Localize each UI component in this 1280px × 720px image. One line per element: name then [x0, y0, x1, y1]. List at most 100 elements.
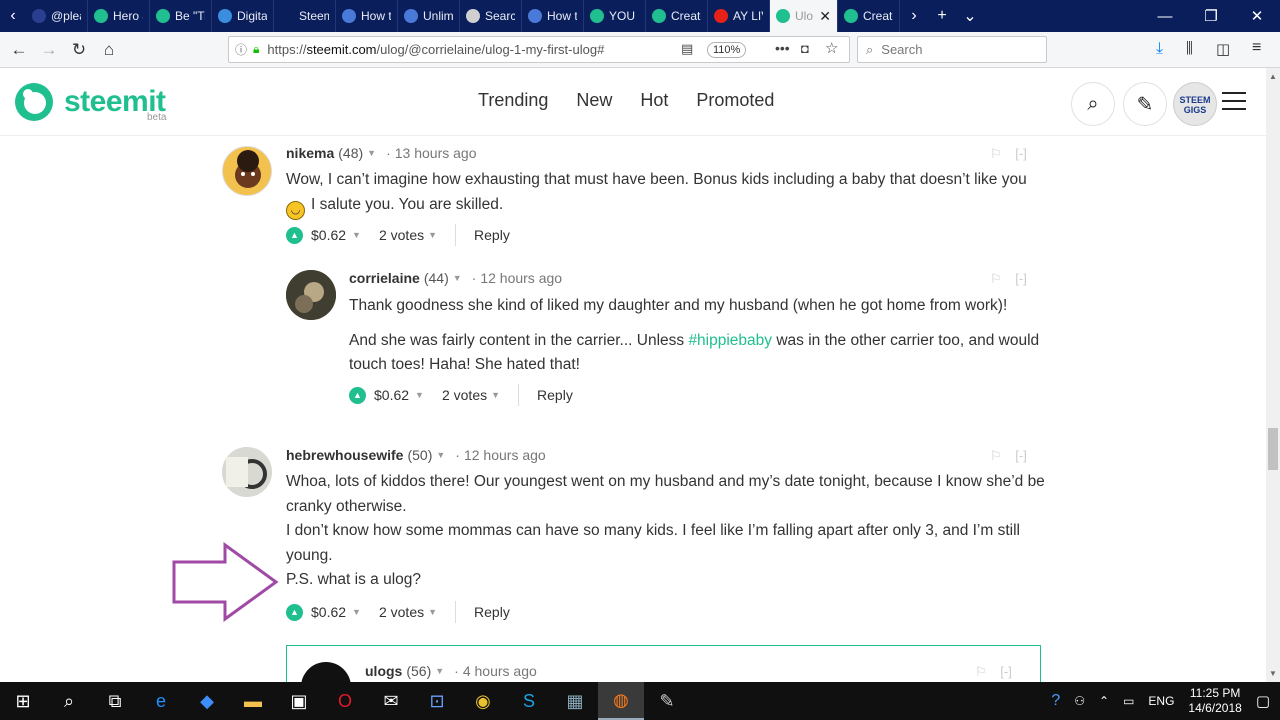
browser-tab[interactable]: YOU ( — [584, 0, 646, 32]
task-view-icon[interactable]: ⧉ — [92, 682, 138, 720]
author-dropdown-icon[interactable]: ▼ — [367, 148, 376, 158]
comment-time[interactable]: 12 hours ago — [480, 270, 562, 286]
minimize-icon[interactable]: — — [1142, 0, 1188, 32]
author-name[interactable]: corrielaine — [349, 270, 420, 286]
compose-button[interactable]: ✎ — [1123, 82, 1167, 126]
steemit-logo[interactable]: steemit beta — [14, 82, 166, 123]
forward-icon[interactable]: → — [34, 36, 64, 64]
close-window-icon[interactable]: ✕ — [1234, 0, 1280, 32]
lock-icon[interactable]: 🔒︎ — [253, 42, 259, 57]
photos-app-icon[interactable]: ▦ — [552, 682, 598, 720]
home-icon[interactable]: ⌂ — [94, 36, 124, 64]
avatar[interactable] — [222, 146, 272, 196]
browser-tab[interactable]: Be "Tr — [150, 0, 212, 32]
page-scrollbar[interactable]: ▲ ▼ — [1266, 68, 1280, 682]
hashtag-link[interactable]: #hippiebaby — [688, 332, 772, 349]
search-bar[interactable]: ⌕ Search — [857, 36, 1047, 63]
network-app-icon[interactable]: ⊡ — [414, 682, 460, 720]
author-dropdown-icon[interactable]: ▼ — [453, 273, 462, 283]
collapse-toggle[interactable]: [-] — [1015, 271, 1027, 286]
author-name[interactable]: nikema — [286, 145, 334, 161]
votes-dropdown-icon[interactable]: ▼ — [491, 390, 500, 400]
page-actions-icon[interactable]: ••• — [775, 40, 790, 56]
browser-tab[interactable]: Steem — [274, 0, 336, 32]
flag-icon[interactable]: ⚐ — [975, 664, 987, 679]
close-tab-icon[interactable]: ✕ — [819, 8, 831, 25]
author-dropdown-icon[interactable]: ▼ — [436, 450, 445, 460]
sidebar-icon[interactable]: ◫ — [1216, 40, 1230, 58]
scroll-tabs-right-icon[interactable]: › — [900, 0, 928, 32]
browser-tab[interactable]: How t — [336, 0, 398, 32]
chrome-icon[interactable]: ◉ — [460, 682, 506, 720]
nav-trending[interactable]: Trending — [478, 90, 548, 111]
scroll-tabs-left-icon[interactable]: ‹ — [0, 0, 26, 32]
votes-dropdown-icon[interactable]: ▼ — [428, 607, 437, 617]
avatar[interactable] — [222, 447, 272, 497]
comment-time[interactable]: 13 hours ago — [395, 145, 477, 161]
menu-icon[interactable]: ≡ — [1252, 39, 1261, 57]
show-hidden-icons-icon[interactable]: ⌃ — [1099, 694, 1109, 708]
nav-new[interactable]: New — [576, 90, 612, 111]
battery-icon[interactable]: ▭ — [1123, 694, 1134, 708]
scroll-down-icon[interactable]: ▼ — [1269, 669, 1277, 678]
help-icon[interactable]: ? — [1051, 692, 1060, 710]
comment-time[interactable]: 12 hours ago — [464, 447, 546, 463]
collapse-toggle[interactable]: [-] — [1015, 146, 1027, 161]
payout-amount[interactable]: $0.62 — [374, 387, 409, 403]
reload-icon[interactable]: ↻ — [64, 36, 94, 64]
author-name[interactable]: hebrewhousewife — [286, 447, 403, 463]
reply-button[interactable]: Reply — [474, 604, 510, 620]
flag-icon[interactable]: ⚐ — [990, 448, 1002, 463]
author-dropdown-icon[interactable]: ▼ — [435, 666, 444, 676]
votes-count[interactable]: 2 votes — [379, 227, 424, 243]
nav-promoted[interactable]: Promoted — [696, 90, 774, 111]
browser-tab[interactable]: How t — [522, 0, 584, 32]
avatar[interactable] — [286, 270, 336, 320]
browser-tab[interactable]: Unlim — [398, 0, 460, 32]
payout-dropdown-icon[interactable]: ▼ — [415, 390, 424, 400]
browser-tab[interactable]: Digital — [212, 0, 274, 32]
browser-tab[interactable]: Create — [838, 0, 900, 32]
votes-count[interactable]: 2 votes — [379, 604, 424, 620]
votes-count[interactable]: 2 votes — [442, 387, 487, 403]
payout-dropdown-icon[interactable]: ▼ — [352, 230, 361, 240]
comment-time[interactable]: 4 hours ago — [463, 663, 537, 679]
collapse-toggle[interactable]: [-] — [1000, 664, 1012, 679]
firefox-icon[interactable]: ◍ — [598, 682, 644, 720]
upvote-icon[interactable]: ▲ — [286, 226, 303, 244]
downloads-icon[interactable]: ⤓ — [1156, 40, 1163, 58]
upvote-icon[interactable]: ▲ — [349, 386, 366, 404]
file-explorer-icon[interactable]: ▬ — [230, 682, 276, 720]
votes-dropdown-icon[interactable]: ▼ — [428, 230, 437, 240]
browser-tab[interactable]: AY LIV — [708, 0, 770, 32]
search-icon[interactable]: ⌕ — [46, 682, 92, 720]
upvote-icon[interactable]: ▲ — [286, 603, 303, 621]
bookmark-star-icon[interactable]: ☆ — [825, 39, 838, 57]
address-bar[interactable]: ⓘ 🔒︎ https://steemit.com/ulog/@corrielai… — [228, 36, 850, 63]
reply-button[interactable]: Reply — [537, 387, 573, 403]
scroll-up-icon[interactable]: ▲ — [1269, 72, 1277, 81]
payout-amount[interactable]: $0.62 — [311, 604, 346, 620]
hamburger-menu-icon[interactable] — [1222, 92, 1246, 116]
browser-tab[interactable]: Create — [646, 0, 708, 32]
back-icon[interactable]: ← — [4, 36, 34, 64]
notifications-icon[interactable]: ▢ — [1256, 692, 1270, 710]
list-all-tabs-icon[interactable]: ⌄ — [956, 0, 984, 32]
browser-tab[interactable]: Ulo ✕ — [770, 0, 838, 32]
store-icon[interactable]: ▣ — [276, 682, 322, 720]
scroll-thumb[interactable] — [1268, 428, 1278, 470]
reply-button[interactable]: Reply — [474, 227, 510, 243]
language-indicator[interactable]: ENG — [1148, 694, 1174, 708]
user-avatar[interactable]: STEEM GIGS — [1173, 82, 1217, 126]
author-name[interactable]: ulogs — [365, 663, 402, 679]
reader-view-icon[interactable]: ▤ — [681, 41, 693, 57]
flag-icon[interactable]: ⚐ — [990, 146, 1002, 161]
library-icon[interactable]: ⫼ — [1186, 40, 1193, 57]
paint-icon[interactable]: ✎ — [644, 682, 690, 720]
url-text[interactable]: https://steemit.com/ulog/@corrielaine/ul… — [267, 42, 647, 57]
nav-hot[interactable]: Hot — [640, 90, 668, 111]
edge-icon[interactable]: e — [138, 682, 184, 720]
payout-amount[interactable]: $0.62 — [311, 227, 346, 243]
restore-icon[interactable]: ❐ — [1188, 0, 1234, 32]
info-icon[interactable]: ⓘ — [235, 41, 247, 58]
